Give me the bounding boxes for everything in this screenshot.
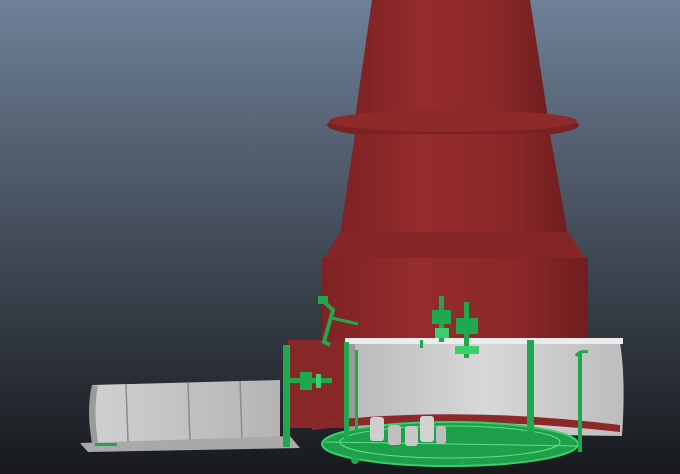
- valve-right-body: [456, 318, 478, 334]
- floor-pivot-right: [459, 459, 465, 465]
- right-post[interactable]: [578, 352, 582, 452]
- hinge-block: [300, 372, 312, 390]
- 3d-viewport[interactable]: [0, 0, 680, 474]
- mid-post[interactable]: [527, 340, 534, 432]
- valve-right-base: [455, 346, 479, 354]
- tower-shoulder[interactable]: [322, 232, 588, 262]
- tower-upper-cone[interactable]: [355, 0, 548, 118]
- seat-2[interactable]: [388, 425, 401, 445]
- seat-5[interactable]: [436, 426, 446, 444]
- inner-post-a[interactable]: [344, 342, 349, 442]
- small-post-near-valve: [420, 340, 423, 348]
- left-door-post[interactable]: [283, 345, 290, 447]
- arm-head: [318, 296, 328, 304]
- seat-4[interactable]: [420, 416, 434, 442]
- seat-1[interactable]: [370, 417, 384, 441]
- tower-base[interactable]: [322, 258, 588, 342]
- inner-post-b[interactable]: [355, 350, 358, 430]
- hinge-plate: [316, 374, 321, 388]
- ramp-tray-back[interactable]: [92, 380, 280, 443]
- ramp-tray[interactable]: [80, 380, 300, 452]
- valve-left-cap: [435, 328, 449, 338]
- seat-3[interactable]: [405, 426, 418, 446]
- cutaway-wall-top-rim: [345, 338, 623, 344]
- viewport-scene[interactable]: [0, 0, 680, 474]
- tower-middle-cone[interactable]: [340, 134, 568, 235]
- ramp-floor-marker: [95, 443, 117, 446]
- valve-left-body: [432, 310, 451, 324]
- floor-pivot-left: [351, 456, 359, 464]
- tower-flange-ring-top: [329, 110, 577, 132]
